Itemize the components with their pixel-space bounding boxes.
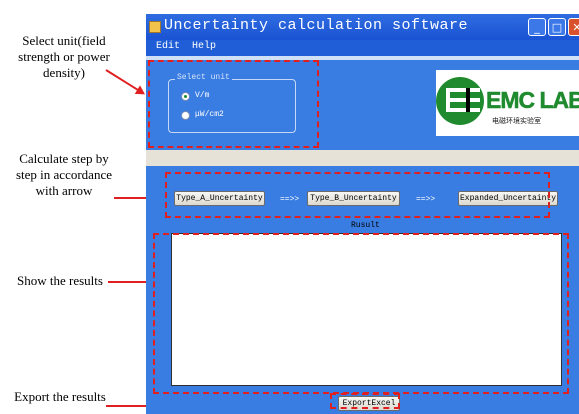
title-bar: Uncertainty calculation software _ □ ✕ [146,14,579,40]
logo-graphic: EMC LAB 电磁环境实验室 [436,77,579,125]
minimize-button[interactable]: _ [528,18,546,36]
annotation-arrow [105,69,144,95]
separator-band [146,150,579,166]
result-label: Rusult [351,221,380,230]
annotation-export-results: Export the results [14,389,106,404]
close-button[interactable]: ✕ [568,18,579,36]
maximize-button[interactable]: □ [548,18,566,36]
menu-bar: Edit Help [146,40,579,56]
annotation-show-results: Show the results [17,273,103,288]
menu-edit[interactable]: Edit [156,41,180,52]
window-title: Uncertainty calculation software [164,17,469,34]
highlight-steps [165,172,550,218]
app-icon [149,21,161,33]
highlight-unit-select [148,60,319,148]
highlight-export [330,393,400,409]
annotation-calculate-step: Calculate step by step in accordance wit… [15,151,112,198]
emc-lab-logo: EMC LAB 电磁环境实验室 [436,70,579,136]
highlight-results [153,233,569,394]
svg-text:EMC LAB: EMC LAB [486,87,579,113]
annotation-select-unit: Select unit(field strength or power dens… [18,33,110,80]
menu-help[interactable]: Help [192,41,216,52]
svg-text:电磁环境实验室: 电磁环境实验室 [492,116,541,125]
